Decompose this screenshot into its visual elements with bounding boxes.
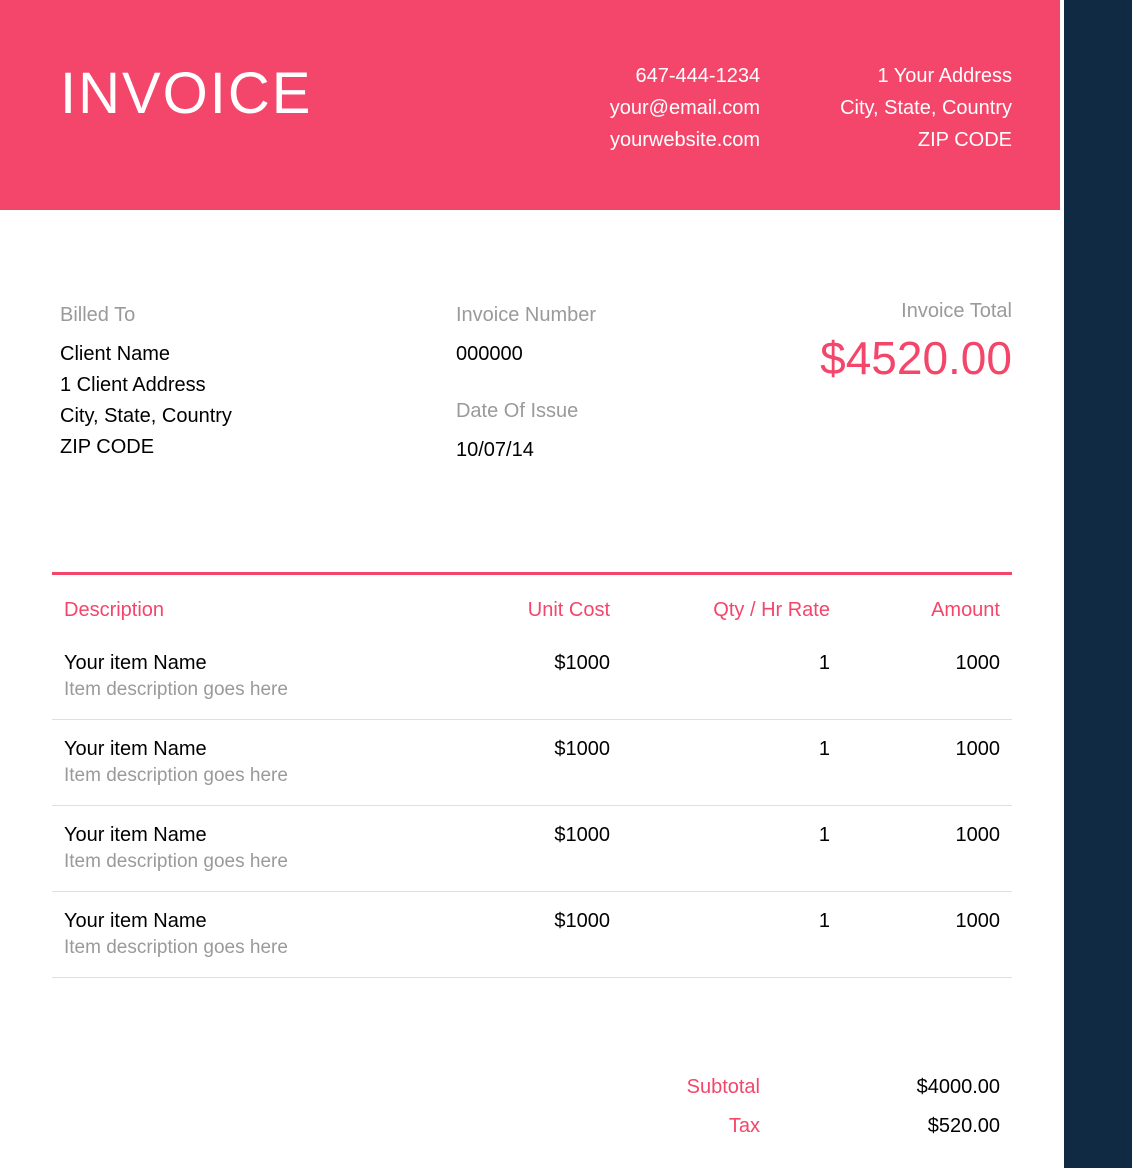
item-amount: 1000 [830,824,1000,847]
address-line1: 1 Your Address [840,60,1012,92]
invoice-total-block: Invoice Total $4520.00 [820,300,1012,492]
client-address: 1 Client Address [60,370,232,401]
subtotal-label: Subtotal [610,1076,760,1099]
item-amount: 1000 [830,738,1000,761]
contact-email: your@email.com [610,92,760,124]
item-qty: 1 [610,738,830,761]
items-divider [52,572,1012,575]
item-desc-cell: Your item Name Item description goes here [64,652,430,701]
billed-to-block: Billed To Client Name 1 Client Address C… [60,300,232,492]
items-section: Description Unit Cost Qty / Hr Rate Amou… [0,532,1060,978]
item-description: Item description goes here [64,851,430,873]
item-row: Your item Name Item description goes here… [52,806,1012,892]
date-of-issue-label: Date Of Issue [456,396,596,427]
item-qty: 1 [610,824,830,847]
item-desc-cell: Your item Name Item description goes here [64,824,430,873]
item-qty: 1 [610,652,830,675]
contact-phone: 647-444-1234 [610,60,760,92]
tax-row: Tax $520.00 [0,1107,1000,1146]
item-unit-cost: $1000 [430,652,610,675]
item-name: Your item Name [64,652,430,675]
contact-website: yourwebsite.com [610,124,760,156]
col-header-qty: Qty / Hr Rate [610,599,830,622]
invoice-total-label: Invoice Total [820,300,1012,323]
meta-section: Billed To Client Name 1 Client Address C… [0,210,1060,532]
col-header-description: Description [64,599,430,622]
scrollbar-track[interactable] [1064,0,1132,1168]
invoice-title: INVOICE [60,60,313,127]
address-line3: ZIP CODE [840,124,1012,156]
header-address: 1 Your Address City, State, Country ZIP … [840,60,1012,156]
client-city: City, State, Country [60,401,232,432]
date-of-issue: 10/07/14 [456,435,596,466]
invoice-header: INVOICE 647-444-1234 your@email.com your… [0,0,1060,210]
item-unit-cost: $1000 [430,824,610,847]
item-row: Your item Name Item description goes here… [52,634,1012,720]
item-desc-cell: Your item Name Item description goes here [64,738,430,787]
item-qty: 1 [610,910,830,933]
item-name: Your item Name [64,824,430,847]
item-description: Item description goes here [64,937,430,959]
invoice-number: 000000 [456,339,596,370]
invoice-number-label: Invoice Number [456,300,596,331]
item-desc-cell: Your item Name Item description goes here [64,910,430,959]
items-header-row: Description Unit Cost Qty / Hr Rate Amou… [52,599,1012,634]
item-unit-cost: $1000 [430,738,610,761]
col-header-unit-cost: Unit Cost [430,599,610,622]
subtotal-value: $4000.00 [880,1076,1000,1099]
tax-value: $520.00 [880,1115,1000,1138]
client-zip: ZIP CODE [60,432,232,463]
invoice-page: INVOICE 647-444-1234 your@email.com your… [0,0,1060,1146]
invoice-total-amount: $4520.00 [820,331,1012,385]
col-header-amount: Amount [830,599,1000,622]
address-line2: City, State, Country [840,92,1012,124]
subtotal-row: Subtotal $4000.00 [0,1068,1000,1107]
tax-label: Tax [610,1115,760,1138]
invoice-info-block: Invoice Number 000000 Date Of Issue 10/0… [456,300,596,492]
header-contact: 647-444-1234 your@email.com yourwebsite.… [610,60,760,156]
item-description: Item description goes here [64,679,430,701]
item-name: Your item Name [64,910,430,933]
items-body: Your item Name Item description goes here… [52,634,1012,978]
item-amount: 1000 [830,652,1000,675]
billed-to-label: Billed To [60,300,232,331]
item-row: Your item Name Item description goes here… [52,892,1012,978]
item-name: Your item Name [64,738,430,761]
totals-section: Subtotal $4000.00 Tax $520.00 [0,978,1060,1146]
item-description: Item description goes here [64,765,430,787]
client-name: Client Name [60,339,232,370]
item-amount: 1000 [830,910,1000,933]
item-unit-cost: $1000 [430,910,610,933]
item-row: Your item Name Item description goes here… [52,720,1012,806]
